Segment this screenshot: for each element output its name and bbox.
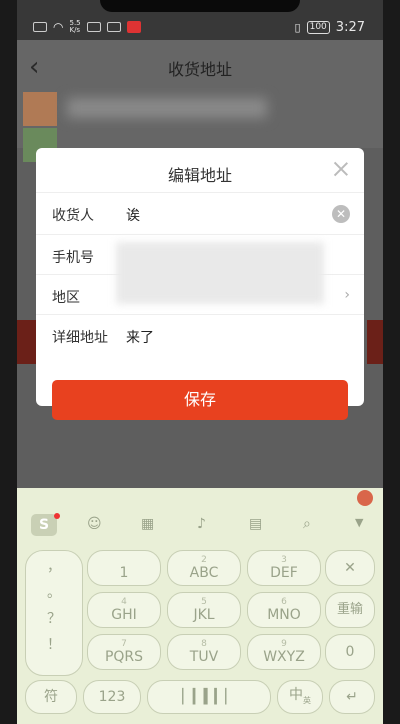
key-0[interactable]: 0 <box>325 634 375 670</box>
phone-frame: ◠ 5.5 K/s ▯ 100 3:27 ‹ 收货地址 编辑地址 收货人 诶 ✕… <box>0 0 400 724</box>
phone-label: 手机号 <box>52 250 94 266</box>
collapse-icon[interactable]: ▼ <box>355 516 363 529</box>
save-button[interactable]: 保存 <box>52 380 348 420</box>
enter-icon: ↵ <box>346 689 358 705</box>
symbols-key[interactable]: 符 <box>25 680 77 714</box>
sim-icon <box>33 22 47 32</box>
recipient-label: 收货人 <box>52 208 94 224</box>
apps-icon[interactable]: ▤ <box>249 516 262 532</box>
net-speed: 5.5 K/s <box>69 20 80 34</box>
recipient-input[interactable]: 诶 <box>126 205 140 225</box>
number-mode-label: 123 <box>98 689 126 705</box>
key-3-letters: DEF <box>270 565 298 581</box>
punct-key[interactable]: ？ <box>26 611 82 627</box>
keyboard-icon[interactable]: ▦ <box>141 516 154 532</box>
detail-address-field[interactable]: 详细地址 来了 <box>36 314 364 374</box>
key-7[interactable]: 7 PQRS <box>87 634 161 670</box>
screen: ◠ 5.5 K/s ▯ 100 3:27 ‹ 收货地址 编辑地址 收货人 诶 ✕… <box>17 0 383 724</box>
key-8-num: 8 <box>201 639 207 649</box>
delete-key[interactable]: ✕ <box>325 550 375 586</box>
key-9[interactable]: 9 WXYZ <box>247 634 321 670</box>
space-voice-key[interactable]: ▏▎▍▎▏ <box>147 680 271 714</box>
punctuation-column[interactable]: ， 。 ？ ！ <box>25 550 83 676</box>
key-6-num: 6 <box>281 597 287 607</box>
background-list <box>17 92 383 162</box>
edit-address-dialog: 编辑地址 收货人 诶 ✕ 手机号 地区 › 详细地址 来了 保存 <box>36 148 364 420</box>
search-icon[interactable]: ⌕ <box>303 516 311 532</box>
reenter-label: 重输 <box>336 602 363 617</box>
voice-wave-icon: ▏▎▍▎▏ <box>182 689 236 705</box>
enter-key[interactable]: ↵ <box>329 680 375 714</box>
status-bar: ◠ 5.5 K/s ▯ 100 3:27 <box>17 0 383 40</box>
close-icon[interactable] <box>332 160 350 178</box>
key-9-letters: WXYZ <box>263 649 305 665</box>
avatar <box>23 92 57 126</box>
battery-indicator: 100 <box>306 21 330 34</box>
keyboard-toolbar: S ☺ ▦ ♪ ▤ ⌕ ▼ <box>17 488 383 538</box>
reenter-key[interactable]: 重输 <box>325 592 375 628</box>
detail-address-input[interactable]: 来了 <box>126 327 154 347</box>
dialog-title: 编辑地址 <box>167 166 232 185</box>
emoji-icon[interactable]: ☺ <box>87 516 102 532</box>
key-8-letters: TUV <box>189 649 219 665</box>
key-2[interactable]: 2 ABC <box>167 550 241 586</box>
key-6[interactable]: 6 MNO <box>247 592 321 628</box>
punct-key[interactable]: ， <box>26 559 82 575</box>
key-5-letters: JKL <box>193 607 215 623</box>
region-label: 地区 <box>52 290 80 306</box>
key-5[interactable]: 5 JKL <box>167 592 241 628</box>
key-4[interactable]: 4 GHI <box>87 592 161 628</box>
recipient-field[interactable]: 收货人 诶 ✕ <box>36 192 364 232</box>
message-icon <box>106 22 121 32</box>
page-title: 收货地址 <box>167 60 232 79</box>
background-accent <box>17 320 37 364</box>
clear-icon[interactable]: ✕ <box>332 205 350 223</box>
number-mode-key[interactable]: 123 <box>83 680 141 714</box>
app-notification-icon <box>126 21 141 33</box>
key-8[interactable]: 8 TUV <box>167 634 241 670</box>
key-1[interactable]: 1 <box>87 550 161 586</box>
clock: 3:27 <box>335 20 365 35</box>
key-2-num: 2 <box>201 555 207 565</box>
key-3[interactable]: 3 DEF <box>247 550 321 586</box>
key-6-letters: MNO <box>267 607 301 623</box>
notification-dot <box>54 513 60 519</box>
key-9-num: 9 <box>281 639 287 649</box>
language-toggle-key[interactable]: 中英 <box>277 680 323 714</box>
key-5-num: 5 <box>201 597 207 607</box>
key-4-letters: GHI <box>111 607 137 623</box>
page-header: ‹ 收货地址 <box>17 40 383 92</box>
blurred-content <box>67 98 267 118</box>
camera-notch <box>100 0 300 12</box>
blurred-personal-info <box>116 242 324 304</box>
mic-icon[interactable]: ♪ <box>197 516 206 532</box>
sogou-logo-icon[interactable]: S <box>31 514 57 536</box>
punct-key[interactable]: ！ <box>26 637 82 653</box>
vibrate-icon: ▯ <box>294 21 301 34</box>
key-7-letters: PQRS <box>104 649 144 665</box>
key-1-label: 1 <box>119 565 129 581</box>
language-sub-label: 英 <box>303 695 311 705</box>
keyboard: S ☺ ▦ ♪ ▤ ⌕ ▼ ， 。 ？ ！ 1 2 ABC 3 DEF ✕ 4 … <box>17 488 383 724</box>
detail-address-label: 详细地址 <box>52 330 108 346</box>
background-accent <box>367 320 383 364</box>
key-4-num: 4 <box>121 597 127 607</box>
language-main-label: 中 <box>289 687 303 703</box>
key-3-num: 3 <box>281 555 287 565</box>
net-speed-bottom: K/s <box>69 26 81 34</box>
delete-icon: ✕ <box>344 560 356 576</box>
notification-icon <box>86 22 101 32</box>
chevron-right-icon: › <box>344 287 350 303</box>
key-7-num: 7 <box>121 639 127 649</box>
symbols-label: 符 <box>44 689 58 705</box>
key-2-letters: ABC <box>189 565 219 581</box>
punct-key[interactable]: 。 <box>26 585 82 601</box>
key-0-label: 0 <box>345 644 355 660</box>
wifi-icon: ◠ <box>53 20 64 34</box>
